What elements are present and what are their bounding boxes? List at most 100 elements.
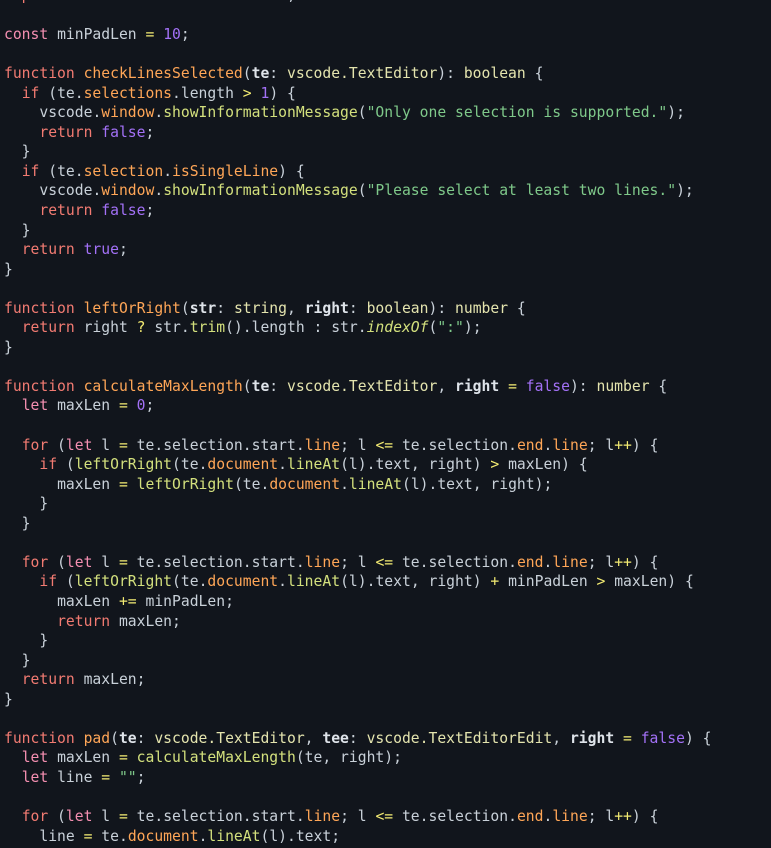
code-line[interactable]: return false; (4, 123, 771, 143)
code-token-punct: ; (180, 26, 190, 44)
code-line[interactable]: const minPadLen = 10; (4, 25, 771, 45)
code-line[interactable] (4, 357, 771, 377)
code-token-kw: if (39, 573, 58, 591)
code-line[interactable]: } (4, 260, 771, 280)
code-line[interactable] (4, 533, 771, 553)
code-token-punct: } (4, 632, 49, 650)
code-line[interactable]: function leftOrRight(str: string, right:… (4, 299, 771, 319)
code-line[interactable]: } (4, 631, 771, 651)
code-line[interactable] (4, 709, 771, 729)
code-token-punct: . (74, 84, 84, 102)
code-token-punct: ). (419, 475, 438, 493)
code-token-punct: ; (118, 241, 128, 259)
code-line[interactable]: if (te.selections.length > 1) { (4, 84, 771, 104)
code-line[interactable]: if (leftOrRight(te.document.lineAt(l).te… (4, 455, 771, 475)
code-token-num: false (101, 123, 146, 141)
code-line[interactable]: line = te.document.lineAt(l).text; (4, 827, 771, 847)
code-token-call: calculateMaxLength (136, 749, 296, 767)
code-line[interactable]: maxLen = leftOrRight(te.document.lineAt(… (4, 475, 771, 495)
code-token-punct: } (4, 338, 13, 356)
code-line[interactable]: if (te.selection.isSingleLine) { (4, 162, 771, 182)
code-token-plain: te (136, 807, 155, 825)
code-token-prop: document (269, 475, 341, 493)
code-token-kw: function (4, 299, 75, 317)
code-token-punct: , (410, 573, 429, 591)
code-token-fname: checkLinesSelected (83, 65, 243, 83)
code-line[interactable]: if (leftOrRight(te.document.lineAt(l).te… (4, 572, 771, 592)
code-line[interactable] (4, 416, 771, 436)
code-token-plain: te (136, 553, 155, 571)
code-line[interactable] (4, 787, 771, 807)
code-line[interactable]: let maxLen = 0; (4, 396, 771, 416)
code-line[interactable]: return false; (4, 201, 771, 221)
code-line[interactable] (4, 279, 771, 299)
code-line[interactable]: } (4, 338, 771, 358)
code-token-punct: ); (534, 475, 553, 493)
code-token-punct: { (649, 377, 668, 395)
code-token-prop: line (304, 807, 341, 825)
code-token-type: vscode.TextEditor (154, 729, 305, 747)
code-token-punct: : (348, 729, 367, 747)
code-line[interactable]: } (4, 142, 771, 162)
code-token-plain: l (348, 573, 358, 591)
code-token-punct: . (419, 807, 429, 825)
code-token-kw: if (21, 84, 40, 102)
code-token-punct: . (74, 162, 84, 180)
code-token-plain: minPadLen (57, 26, 137, 44)
code-token-plain: maxLen (118, 612, 173, 630)
code-token-punct: ): (569, 377, 597, 395)
code-token-plain: right (83, 319, 128, 337)
code-token-punct: ( (110, 729, 119, 747)
code-line[interactable]: for (let l = te.selection.start.line; l … (4, 553, 771, 573)
code-editor-viewport[interactable]: import * as vscode from "vscode"; const … (0, 0, 771, 848)
code-line[interactable]: let line = ""; (4, 768, 771, 788)
code-line[interactable]: function checkLinesSelected(te: vscode.T… (4, 64, 771, 84)
code-line[interactable]: return maxLen; (4, 670, 771, 690)
code-token-plain: te (180, 456, 199, 474)
code-line[interactable]: function pad(te: vscode.TextEditor, tee:… (4, 729, 771, 749)
code-line[interactable]: let maxLen = calculateMaxLength(te, righ… (4, 748, 771, 768)
code-token-punct: ) { (631, 553, 659, 571)
code-token-plain: l (348, 456, 358, 474)
code-token-fname: leftOrRight (83, 299, 181, 317)
code-line[interactable]: } (4, 514, 771, 534)
code-line[interactable]: } (4, 221, 771, 241)
code-line[interactable]: } (4, 494, 771, 514)
code-token-kw: return (39, 123, 93, 141)
code-line[interactable]: return right ? str.trim().length : str.i… (4, 318, 771, 338)
code-token-prop: end (516, 553, 544, 571)
code-token-op: <= (375, 807, 394, 825)
code-line[interactable] (4, 6, 771, 26)
code-line[interactable]: for (let l = te.selection.start.line; l … (4, 436, 771, 456)
code-line[interactable]: vscode.window.showInformationMessage("On… (4, 103, 771, 123)
code-line[interactable]: function calculateMaxLength(te: vscode.T… (4, 377, 771, 397)
code-lines-container[interactable]: import * as vscode from "vscode"; const … (4, 0, 771, 846)
code-line[interactable]: maxLen += minPadLen; (4, 592, 771, 612)
code-token-punct: } (4, 495, 49, 513)
code-token-plain: l (605, 436, 615, 454)
code-token-prop: line (552, 807, 588, 825)
code-line[interactable]: vscode.window.showInformationMessage("Pl… (4, 181, 771, 201)
code-line[interactable]: return true; (4, 240, 771, 260)
code-token-punct: ( (39, 84, 58, 102)
code-line[interactable] (4, 45, 771, 65)
code-line[interactable]: } (4, 651, 771, 671)
code-line[interactable]: } (4, 690, 771, 710)
code-token-punct: ( (180, 299, 190, 317)
code-line[interactable]: return maxLen; (4, 612, 771, 632)
code-token-punct: } (4, 221, 31, 239)
code-line[interactable]: for (let l = te.selection.start.line; l … (4, 807, 771, 827)
code-token-punct: ; (340, 436, 358, 454)
code-token-kw: if (39, 456, 58, 474)
code-token-plain: l (269, 827, 279, 845)
